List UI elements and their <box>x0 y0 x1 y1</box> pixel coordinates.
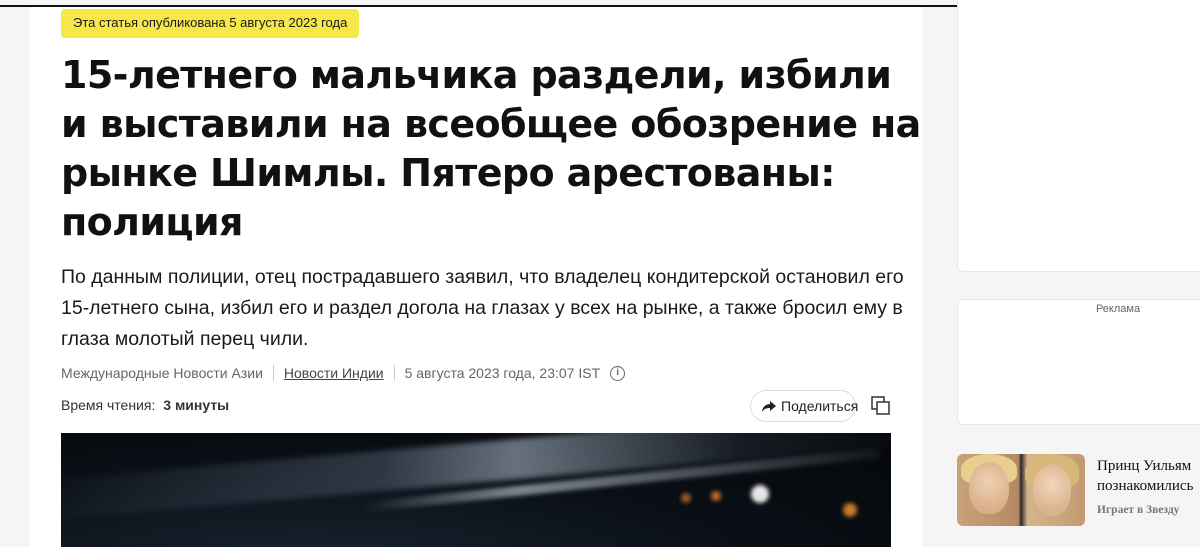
meta-divider <box>393 365 395 381</box>
sidebar-ad-slot <box>957 0 1200 272</box>
copy-icon[interactable] <box>870 395 892 417</box>
promo-thumbnail[interactable] <box>957 454 1085 526</box>
section-label: Международные Новости Азии <box>61 365 263 381</box>
reading-time-label: Время чтения: <box>61 397 156 413</box>
category-link[interactable]: Новости Индии <box>284 365 384 381</box>
promo-source: Играет в Звезду <box>1097 504 1180 516</box>
ad-label: Реклама <box>1095 303 1141 315</box>
reading-time: Время чтения: 3 минуты <box>61 397 229 413</box>
publish-datetime: 5 августа 2023 года, 23:07 IST <box>404 365 601 381</box>
promo-card[interactable]: Принц Уильям познакомились Играет в Звез… <box>957 454 1200 526</box>
published-badge: Эта статья опубликована 5 августа 2023 г… <box>61 9 360 38</box>
sidebar-ad-box: Реклама <box>957 299 1200 425</box>
share-button[interactable]: Поделиться <box>750 390 859 422</box>
info-icon[interactable]: i <box>610 365 626 381</box>
hero-image <box>61 433 891 547</box>
article-lede: По данным полиции, отец пострадавшего за… <box>61 266 904 350</box>
article-meta: Международные Новости Азии Новости Индии… <box>61 362 626 384</box>
reading-time-value: 3 минуты <box>163 397 230 413</box>
promo-title[interactable]: Принц Уильям познакомились <box>1097 456 1200 496</box>
article-card: Эта статья опубликована 5 августа 2023 г… <box>30 7 922 547</box>
share-label: Поделиться <box>781 398 859 414</box>
share-arrow-icon <box>762 401 776 412</box>
meta-divider <box>272 365 274 381</box>
article-headline: 15-летнего мальчика раздели, избили и вы… <box>61 53 921 244</box>
